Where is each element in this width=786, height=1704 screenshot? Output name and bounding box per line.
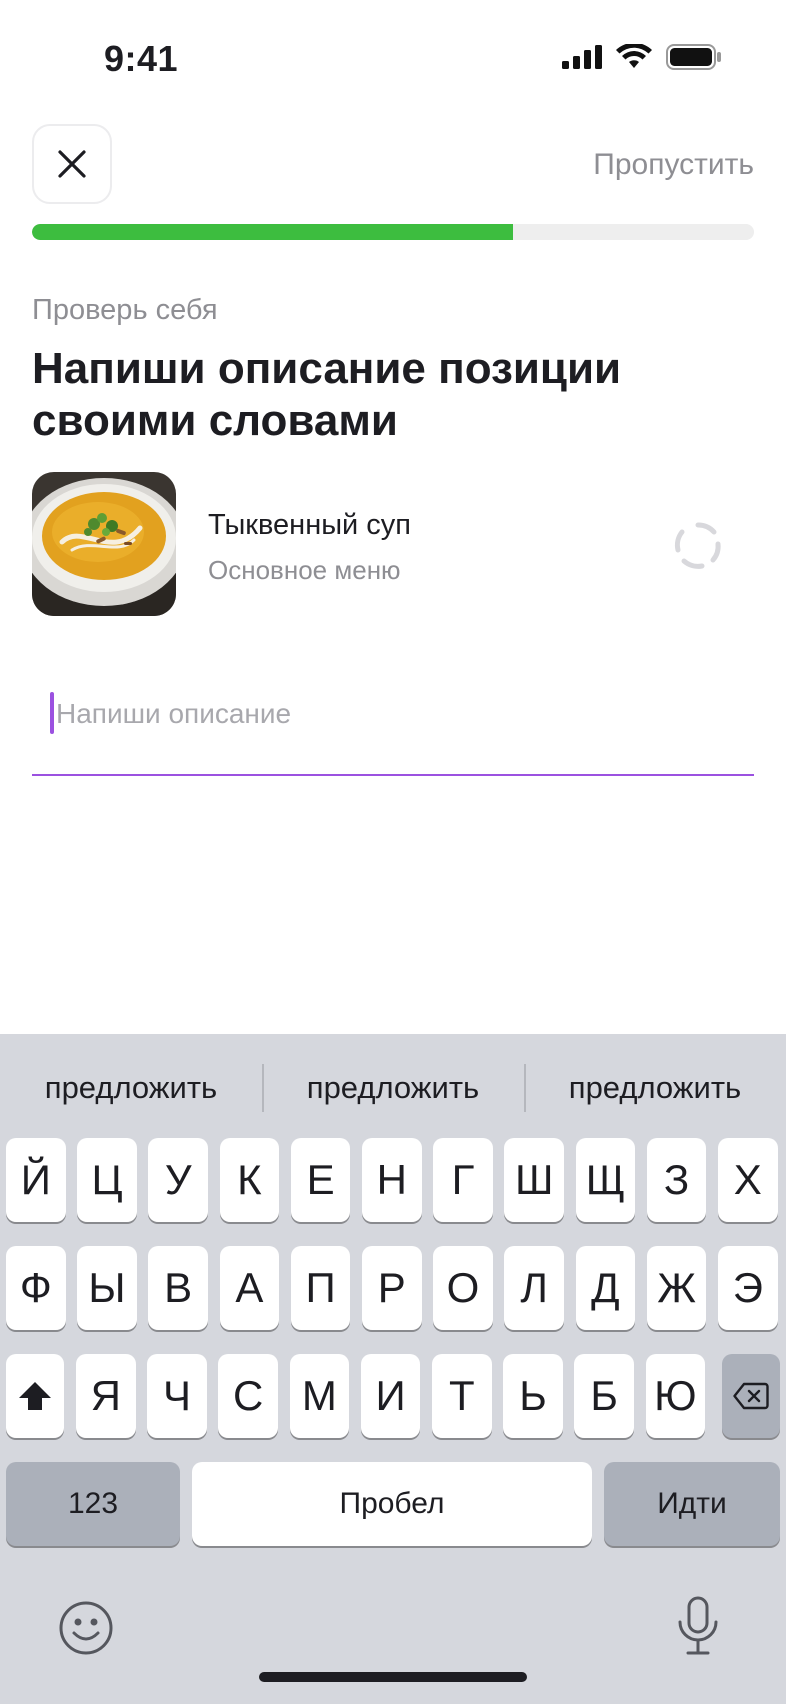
battery-icon	[666, 44, 721, 70]
key-letter[interactable]: Н	[362, 1138, 422, 1222]
key-letter[interactable]: Л	[504, 1246, 564, 1330]
close-icon	[58, 150, 86, 178]
key-letter[interactable]: Щ	[575, 1138, 636, 1222]
key-letter[interactable]: Р	[362, 1246, 422, 1330]
wifi-icon	[616, 44, 652, 68]
section-subtitle: Проверь себя	[32, 294, 218, 326]
key-letter[interactable]: А	[219, 1246, 280, 1330]
key-letter[interactable]: Ц	[77, 1138, 137, 1222]
go-key[interactable]: Идти	[604, 1462, 780, 1546]
key-letter[interactable]: П	[290, 1246, 351, 1330]
key-letter[interactable]: Я	[76, 1354, 136, 1438]
suggestion-bar: предложить предложить предложить	[0, 1034, 786, 1142]
space-key[interactable]: Пробел	[192, 1462, 592, 1546]
backspace-key[interactable]	[722, 1354, 780, 1438]
suggestion-item[interactable]: предложить	[524, 1064, 786, 1112]
key-letter[interactable]: Ы	[77, 1246, 137, 1330]
key-letter[interactable]: К	[219, 1138, 280, 1222]
home-indicator	[259, 1672, 527, 1682]
key-letter[interactable]: Ю	[645, 1354, 706, 1438]
key-letter[interactable]: Ь	[503, 1354, 563, 1438]
text-caret	[50, 692, 54, 734]
description-field[interactable]	[32, 680, 754, 776]
key-letter[interactable]: Ж	[646, 1246, 707, 1330]
suggestion-item[interactable]: предложить	[262, 1064, 524, 1112]
key-letter[interactable]: Х	[718, 1138, 778, 1222]
pumpkin-soup-image	[32, 472, 176, 616]
page-title: Напиши описание позиции своими словами	[32, 344, 622, 445]
progress-bar	[32, 224, 754, 240]
key-letter[interactable]: В	[148, 1246, 208, 1330]
key-letter[interactable]: З	[646, 1138, 707, 1222]
key-letter[interactable]: И	[360, 1354, 421, 1438]
key-letter[interactable]: С	[218, 1354, 278, 1438]
status-bar: 9:41	[0, 0, 786, 118]
loading-spinner-icon	[674, 522, 721, 569]
key-letter[interactable]: М	[289, 1354, 350, 1438]
description-input[interactable]	[56, 694, 746, 734]
shift-icon	[19, 1382, 51, 1410]
item-category: Основное меню	[208, 555, 401, 585]
key-letter[interactable]: Ч	[147, 1354, 207, 1438]
item-name: Тыквенный суп	[208, 509, 412, 541]
key-letter[interactable]: Г	[433, 1138, 493, 1222]
key-letter[interactable]: Ш	[504, 1138, 564, 1222]
progress-fill	[32, 224, 513, 240]
key-letter[interactable]: Т	[432, 1354, 492, 1438]
key-letter[interactable]: Ф	[6, 1246, 66, 1330]
key-letter[interactable]: Б	[574, 1354, 634, 1438]
key-letter[interactable]: Э	[718, 1246, 778, 1330]
key-letter[interactable]: Е	[290, 1138, 351, 1222]
keyboard: предложить предложить предложить 123 Про…	[0, 1034, 786, 1704]
close-button[interactable]	[32, 124, 112, 204]
microphone-icon[interactable]	[676, 1596, 720, 1656]
cellular-signal-icon	[562, 45, 602, 69]
key-letter[interactable]: У	[148, 1138, 208, 1222]
skip-button[interactable]: Пропустить	[593, 148, 754, 182]
numbers-key[interactable]: 123	[6, 1462, 180, 1546]
emoji-icon[interactable]	[58, 1600, 114, 1656]
key-letter[interactable]: Д	[575, 1246, 636, 1330]
key-letter[interactable]: Й	[6, 1138, 66, 1222]
status-time: 9:41	[104, 38, 179, 79]
backspace-icon	[733, 1382, 769, 1410]
key-letter[interactable]: О	[433, 1246, 493, 1330]
status-icons	[562, 44, 722, 70]
shift-key[interactable]	[6, 1354, 64, 1438]
suggestion-item[interactable]: предложить	[0, 1070, 262, 1106]
